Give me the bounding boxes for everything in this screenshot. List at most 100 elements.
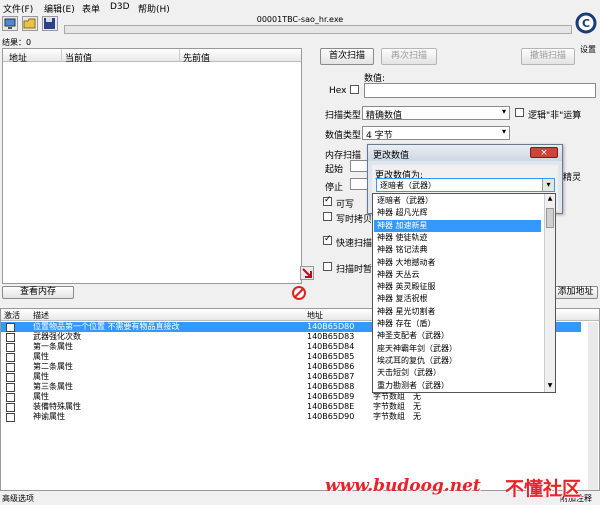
add-to-list-arrow-button[interactable] xyxy=(300,266,314,280)
row-description: 位置物品第一个位置 不需要有物品直接改 xyxy=(33,322,180,331)
active-checkbox[interactable] xyxy=(6,323,15,332)
menu-help[interactable]: 帮助(H) xyxy=(138,2,170,15)
menu-edit[interactable]: 编辑(E) xyxy=(44,2,75,15)
row-description: 第三条属性 xyxy=(33,382,73,391)
undo-scan-button[interactable]: 撤销扫描 xyxy=(521,48,575,65)
col-address[interactable]: 地址 xyxy=(9,51,27,64)
col-description[interactable]: 描述 xyxy=(33,310,49,321)
menu-file[interactable]: 文件(F) xyxy=(3,2,33,15)
table-row[interactable]: 属性 140B65D89 字节数组无 xyxy=(1,392,581,402)
scroll-thumb[interactable] xyxy=(546,208,554,228)
dropdown-option[interactable]: 天击短剑（武器） xyxy=(374,367,541,379)
dropdown-option[interactable]: 重力勘测者（武器） xyxy=(374,380,541,392)
save-button[interactable] xyxy=(42,16,58,31)
settings-label[interactable]: 设置 xyxy=(580,44,596,55)
row-description: 第一条属性 xyxy=(33,342,73,351)
menu-table[interactable]: 表单 xyxy=(82,2,100,15)
col-current-value[interactable]: 当前值 xyxy=(65,51,92,64)
table-row[interactable]: 神谕属性 140B65D90 字节数组无 xyxy=(1,412,581,422)
scan-type-select[interactable]: 精确数值 ▾ xyxy=(362,106,510,121)
fast-scan-checkbox[interactable] xyxy=(323,234,332,245)
scroll-down-icon[interactable]: ▼ xyxy=(546,382,554,390)
svg-text:C: C xyxy=(582,17,590,30)
scroll-up-icon[interactable]: ▲ xyxy=(546,195,554,203)
row-description: 装備特殊属性 xyxy=(33,402,81,411)
menu-bar: 文件(F) 编辑(E) 表单 D3D 帮助(H) xyxy=(0,0,600,15)
active-checkbox[interactable] xyxy=(6,363,15,372)
col-address[interactable]: 地址 xyxy=(307,310,323,321)
value-type-value: 4 字节 xyxy=(366,131,393,141)
active-checkbox[interactable] xyxy=(6,373,15,382)
row-description: 第二条属性 xyxy=(33,362,73,371)
hex-checkbox[interactable] xyxy=(350,85,359,94)
active-checkbox[interactable] xyxy=(6,413,15,422)
row-description: 属性 xyxy=(33,352,49,361)
dropdown-option[interactable]: 埃忒耳的复仇（武器） xyxy=(374,355,541,367)
dropdown-option[interactable]: 神器 铭记法典 xyxy=(374,244,541,256)
advanced-options-label[interactable]: 高级选项 xyxy=(2,493,34,504)
value-input[interactable] xyxy=(364,83,596,98)
process-title: 00001TBC-sao_hr.exe xyxy=(256,15,344,24)
not-operation-label: 逻辑"非"运算 xyxy=(528,111,582,121)
stop-icon[interactable] xyxy=(292,286,306,300)
dropdown-option[interactable]: 神器 英灵殿征服 xyxy=(374,281,541,293)
dropdown-option[interactable]: 神器 存在（盾） xyxy=(374,318,541,330)
ce-logo[interactable]: C xyxy=(575,12,597,36)
results-count: 结果：0 xyxy=(2,38,32,47)
view-memory-button[interactable]: 查看内存 xyxy=(2,286,74,299)
row-description: 神谕属性 xyxy=(33,412,65,421)
open-process-button[interactable] xyxy=(2,16,18,31)
chevron-down-icon: ▾ xyxy=(501,107,506,116)
dropdown-option[interactable]: 座天神霸年剑（武器） xyxy=(374,343,541,355)
row-address: 140B65D84 xyxy=(307,342,355,351)
writable-checkbox[interactable] xyxy=(323,195,332,206)
dropdown-option[interactable]: 神器 星光切割者 xyxy=(374,306,541,318)
value-type-select[interactable]: 4 字节 ▾ xyxy=(362,126,510,141)
row-value: 无 xyxy=(413,402,421,411)
found-list-header: 地址 当前值 先前值 xyxy=(3,49,301,64)
close-icon[interactable]: × xyxy=(530,147,558,158)
dropdown-option[interactable]: 逐暗者（武器） xyxy=(374,195,541,207)
active-checkbox[interactable] xyxy=(6,383,15,392)
dropdown-option[interactable]: 神器 复活祝根 xyxy=(374,293,541,305)
chevron-down-icon[interactable]: ▾ xyxy=(542,179,554,191)
active-checkbox[interactable] xyxy=(6,333,15,342)
pause-while-scanning-checkbox[interactable] xyxy=(323,262,332,271)
open-file-button[interactable] xyxy=(22,16,38,31)
row-type: 字节数组 xyxy=(373,402,405,411)
next-scan-button[interactable]: 再次扫描 xyxy=(381,48,437,65)
active-checkbox[interactable] xyxy=(6,403,15,412)
add-address-button[interactable]: 添加地址 xyxy=(553,286,598,299)
active-checkbox[interactable] xyxy=(6,393,15,402)
found-address-list[interactable]: 地址 当前值 先前值 xyxy=(2,48,302,284)
cheat-engine-logo-icon: C xyxy=(575,12,597,34)
not-operation-checkbox[interactable] xyxy=(515,108,524,117)
col-active[interactable]: 激活 xyxy=(4,310,20,321)
active-checkbox[interactable] xyxy=(6,353,15,362)
first-scan-button[interactable]: 首次扫描 xyxy=(320,48,374,65)
dropdown-option[interactable]: 神圣支配者（武器） xyxy=(374,330,541,342)
dropdown-option[interactable]: 神器 超凡光辉 xyxy=(374,207,541,219)
row-value: 无 xyxy=(413,412,421,421)
dropdown-option[interactable]: 神器 使徒轨迹 xyxy=(374,232,541,244)
menu-d3d[interactable]: D3D xyxy=(110,2,130,12)
cheat-table-scrollbar[interactable] xyxy=(588,322,598,490)
table-row[interactable]: 装備特殊属性 140B65D8E 字节数组无 xyxy=(1,402,581,412)
dropdown-scrollbar[interactable]: ▲ ▼ xyxy=(544,194,555,392)
dropdown-option[interactable]: 神器 大地撼动者 xyxy=(374,257,541,269)
row-address: 140B65D87 xyxy=(307,372,355,381)
dropdown-option[interactable]: 神器 天丛云 xyxy=(374,269,541,281)
row-address: 140B65D8E xyxy=(307,402,355,411)
row-address: 140B65D90 xyxy=(307,412,355,421)
writable-label: 可写 xyxy=(336,200,355,210)
value-combobox[interactable]: 逐暗者（武器） ▾ xyxy=(376,178,555,192)
dialog-title: 更改数值 xyxy=(373,151,410,161)
col-previous-value[interactable]: 先前值 xyxy=(183,51,210,64)
active-checkbox[interactable] xyxy=(6,343,15,352)
value-dropdown-list[interactable]: 逐暗者（武器） 神器 超凡光辉 神器 加速新星 神器 使徒轨迹 神器 铭记法典 神器 大地… xyxy=(372,193,556,393)
copy-on-write-checkbox[interactable] xyxy=(323,212,332,221)
row-value: 无 xyxy=(413,392,421,401)
stop-label: 停止 xyxy=(325,183,344,193)
dropdown-option[interactable]: 神器 加速新星 xyxy=(374,219,541,232)
scan-type-value: 精确数值 xyxy=(366,111,403,121)
